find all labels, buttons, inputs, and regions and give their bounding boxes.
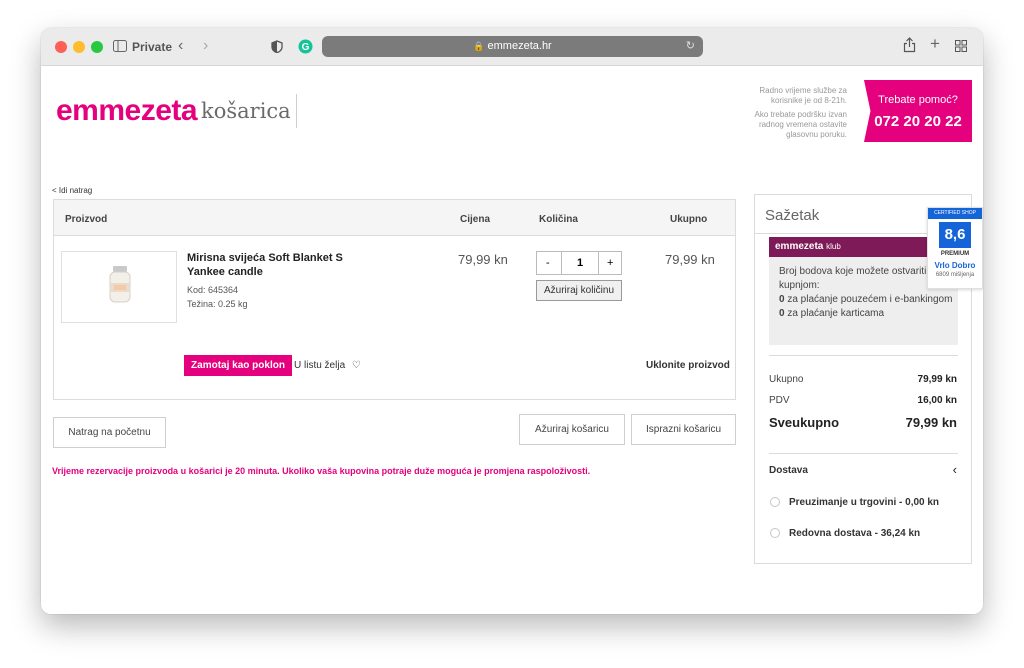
share-icon[interactable] [903, 37, 916, 55]
browser-toolbar: Private ‹ › G 🔒 emmezeta.hr ↻ + [41, 28, 983, 66]
badge-title: CERTIFIED SHOP [928, 208, 982, 219]
close-window-button[interactable] [55, 41, 67, 53]
back-icon[interactable]: ‹ [178, 38, 183, 54]
logo-divider [296, 94, 297, 128]
product-name[interactable]: Mirisna svijeća Soft Blanket S Yankee ca… [187, 251, 362, 279]
shield-icon[interactable] [271, 40, 283, 55]
klub-sub: klub [826, 242, 841, 251]
vat-label: PDV [769, 395, 790, 406]
product-image[interactable] [61, 251, 177, 323]
quantity-stepper: - 1 + [536, 251, 622, 275]
back-link[interactable]: < Idi natrag [52, 186, 92, 195]
page-title: košarica [201, 99, 291, 123]
subtotal-value: 79,99 kn [917, 374, 957, 385]
new-tab-icon[interactable]: + [930, 35, 940, 52]
chevron-left-icon[interactable]: ‹ [953, 462, 957, 477]
badge-rating: Vrlo Dobro [934, 261, 976, 270]
lock-icon: 🔒 [473, 41, 485, 51]
zoom-window-button[interactable] [91, 41, 103, 53]
column-total: Ukupno [670, 214, 708, 225]
points-cod-value: 0 [779, 294, 785, 305]
update-quantity-button[interactable]: Ažuriraj količinu [536, 280, 622, 301]
ship-regular-radio[interactable] [770, 528, 780, 538]
column-product: Proizvod [65, 214, 108, 225]
site-logo[interactable]: emmezeta [56, 94, 198, 128]
work-hours-info: Radno vrijeme službe za korisnike je od … [741, 86, 848, 140]
wishlist-label: U listu želja [294, 360, 346, 371]
ship-pickup-radio[interactable] [770, 497, 780, 507]
private-label: Private [132, 40, 173, 54]
ship-regular-label[interactable]: Redovna dostava - 36,24 kn [789, 528, 920, 539]
badge-tier: PREMIUM [940, 251, 970, 257]
cart-header-row: Proizvod Cijena Količina Ukupno [54, 200, 735, 236]
gift-wrap-button[interactable]: Zamotaj kao poklon [184, 355, 292, 376]
badge-reviews: 6809 mišljenja [935, 272, 975, 278]
update-cart-button[interactable]: Ažuriraj košaricu [519, 414, 625, 445]
line-total: 79,99 kn [665, 252, 715, 267]
address-bar[interactable]: 🔒 emmezeta.hr ↻ [322, 36, 703, 57]
stepper-divider [561, 252, 562, 274]
quantity-plus-button[interactable]: + [607, 257, 613, 269]
help-phone[interactable]: 072 20 20 22 [864, 113, 972, 130]
subtotal-label: Ukupno [769, 374, 804, 385]
product-weight: Težina: 0.25 kg [187, 299, 248, 309]
empty-cart-button[interactable]: Isprazni košaricu [631, 414, 736, 445]
minimize-window-button[interactable] [73, 41, 85, 53]
browser-window: Private ‹ › G 🔒 emmezeta.hr ↻ + emmezeta… [41, 28, 983, 614]
summary-divider [769, 355, 958, 356]
svg-text:G: G [302, 42, 310, 53]
back-to-home-button[interactable]: Natrag na početnu [53, 417, 166, 448]
candle-jar-image [109, 266, 131, 303]
grand-total-label: Sveukupno [769, 415, 840, 430]
help-title: Trebate pomoć? [878, 94, 958, 106]
heart-icon: ♡ [351, 360, 361, 371]
unit-price: 79,99 kn [458, 252, 508, 267]
klub-brand: emmezeta [775, 241, 824, 252]
certified-shop-badge[interactable]: CERTIFIED SHOP 8,6 PREMIUM Vrlo Dobro 68… [927, 207, 983, 289]
quantity-minus-button[interactable]: - [546, 257, 550, 269]
summary-title: Sažetak [765, 207, 820, 224]
url-text: emmezeta.hr [487, 40, 552, 52]
cart-table: Proizvod Cijena Količina Ukupno Mirisna … [53, 199, 736, 400]
grammarly-icon[interactable]: G [298, 39, 313, 56]
grand-total-value: 79,99 kn [905, 415, 957, 430]
quantity-input[interactable]: 1 [577, 257, 583, 269]
summary-divider [769, 453, 958, 454]
points-cod-label: za plaćanje pouzećem i e-bankingom [787, 294, 953, 305]
ship-pickup-label[interactable]: Preuzimanje u trgovini - 0,00 kn [789, 497, 939, 508]
stepper-divider [598, 252, 599, 274]
help-banner[interactable]: Trebate pomoć? 072 20 20 22 [864, 80, 972, 142]
column-quantity: Količina [539, 214, 578, 225]
after-hours-text: Ako trebate podršku izvan radnog vremena… [754, 110, 848, 139]
reservation-notice: Vrijeme rezervacije proizvoda u košarici… [52, 466, 591, 476]
points-card-label: za plaćanje karticama [787, 308, 885, 319]
remove-product-link[interactable]: Uklonite proizvod [646, 360, 730, 371]
sidebar-icon[interactable] [113, 40, 127, 54]
tab-overview-icon[interactable] [955, 40, 967, 54]
points-card-value: 0 [779, 308, 785, 319]
wishlist-link[interactable]: U listu želja ♡ [294, 360, 361, 371]
vat-value: 16,00 kn [917, 395, 957, 406]
delivery-label[interactable]: Dostava [769, 465, 808, 476]
badge-score: 8,6 [939, 222, 971, 248]
work-hours-text: Radno vrijeme službe za korisnike je od … [759, 86, 847, 105]
column-price: Cijena [460, 214, 491, 225]
reload-icon[interactable]: ↻ [686, 36, 695, 57]
page: emmezeta košarica Radno vrijeme službe z… [41, 66, 983, 614]
product-code: Kod: 645364 [187, 285, 239, 295]
forward-icon[interactable]: › [203, 38, 208, 54]
